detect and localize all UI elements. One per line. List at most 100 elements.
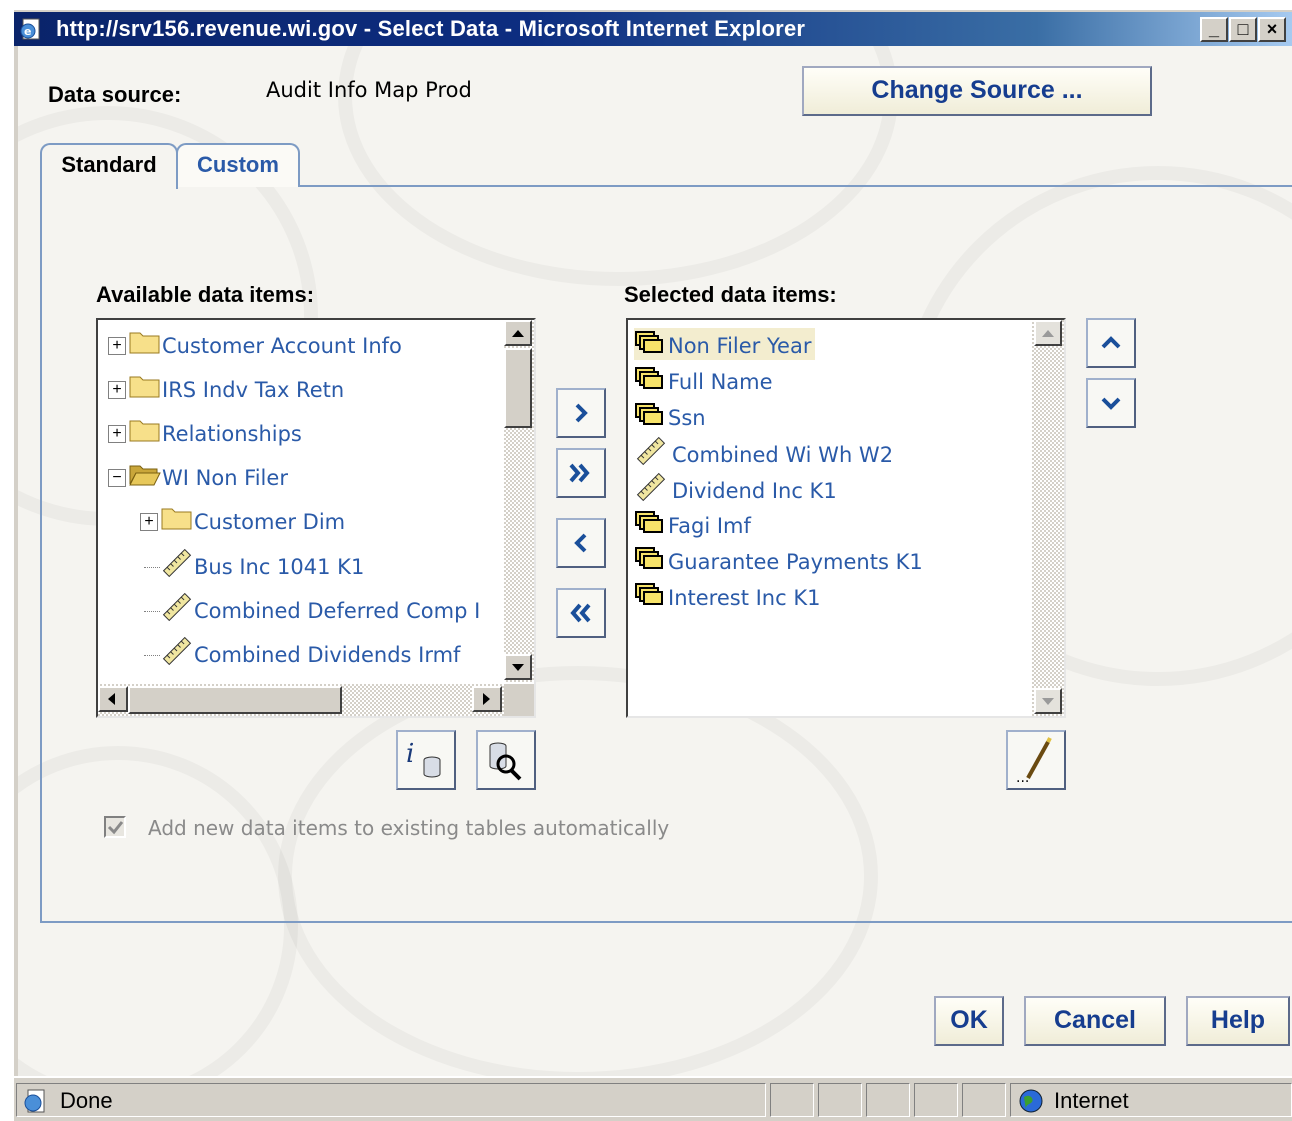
scroll-up-button[interactable] [1034,320,1062,346]
selected-item-label: Fagi Imf [668,513,751,538]
measure-icon [160,592,194,630]
move-down-button[interactable] [1086,378,1136,428]
expander-icon[interactable]: + [108,337,126,355]
scroll-down-button[interactable] [1034,688,1062,714]
tree-item[interactable]: + Customer Account Info [108,328,402,360]
status-text: Done [60,1088,113,1113]
status-cell [866,1083,910,1117]
item-info-button[interactable]: i [396,730,456,790]
tree-item[interactable]: Bus Inc 1041 K1 [140,548,364,580]
tree-item-label: Customer Dim [194,510,346,534]
status-bar: Done Internet [14,1076,1292,1121]
tree-item[interactable]: + IRS Indv Tax Retn [108,372,344,404]
folder-icon [128,416,162,452]
ie-page-icon [24,1089,45,1113]
status-cell [770,1083,814,1117]
selected-list-item[interactable]: Combined Wi Wh W2 [634,436,897,468]
expander-icon[interactable]: − [108,469,126,487]
tree-item[interactable]: − WI Non Filer [108,460,288,492]
triangle-up-icon [1101,336,1121,349]
selected-item-label: Dividend Inc K1 [672,479,837,503]
auto-add-checkbox[interactable] [104,816,126,838]
selected-item-label: Non Filer Year [668,333,812,358]
search-data-button[interactable] [476,730,536,790]
checkmark-icon [107,821,124,835]
move-up-button[interactable] [1086,318,1136,368]
cancel-button[interactable]: Cancel [1024,996,1166,1046]
ok-button[interactable]: OK [934,996,1004,1046]
tab-standard[interactable]: Standard [40,143,178,189]
tree-line [144,610,160,612]
tree-item-label: IRS Indv Tax Retn [162,378,345,402]
arrow-left-icon [108,693,115,705]
add-item-button[interactable] [556,388,606,438]
close-button[interactable]: × [1258,17,1286,42]
tree-item-label: WI Non Filer [162,466,288,490]
change-source-button[interactable]: Change Source ... [802,66,1152,116]
window-title: http://srv156.revenue.wi.gov - Select Da… [56,16,806,41]
selected-list-item[interactable]: Ssn [634,400,710,432]
expander-icon[interactable]: + [108,425,126,443]
pencil-icon: ... [1016,737,1052,786]
status-cell [962,1083,1006,1117]
folder-icon [128,372,162,408]
folder-icon [160,504,194,540]
scroll-thumb[interactable] [504,348,532,428]
selected-item-label: Full Name [668,369,773,394]
selected-list-item[interactable]: Interest Inc K1 [634,580,824,612]
title-bar: e http://srv156.revenue.wi.gov - Select … [14,12,1292,46]
tree-item[interactable]: Combined Dividends Irmf [140,636,460,668]
selected-list-item[interactable]: Guarantee Payments K1 [634,544,927,576]
selected-items-list[interactable]: Non Filer Year Full Name Ssn Combined Wi Wh… [626,318,1066,718]
scroll-down-button[interactable] [504,654,532,680]
double-chevron-right-icon [569,463,590,483]
edit-item-button[interactable]: ... [1006,730,1066,790]
maximize-button[interactable]: □ [1229,17,1257,42]
arrow-right-icon [483,693,490,705]
scroll-thumb-horizontal[interactable] [128,686,342,714]
add-all-button[interactable] [556,448,606,498]
selected-list-item[interactable]: Dividend Inc K1 [634,472,841,504]
tree-item-label: Relationships [162,422,302,446]
scroll-left-button[interactable] [98,686,128,712]
arrow-down-icon [1042,698,1054,705]
status-main [16,1083,766,1117]
remove-item-button[interactable] [556,518,606,568]
selected-list-item[interactable]: Non Filer Year [634,328,816,360]
vertical-scrollbar[interactable] [1032,320,1064,716]
status-zone-label: Internet [1054,1088,1129,1113]
scroll-up-button[interactable] [504,320,532,346]
measure-icon [160,636,194,674]
tree-item[interactable]: + Relationships [108,416,302,448]
scroll-right-button[interactable] [472,686,502,712]
arrow-down-icon [512,664,524,671]
triangle-down-icon [1101,397,1121,410]
ie-page-icon: e [20,18,40,40]
tree-item[interactable]: Combined Deferred Comp I [140,592,480,624]
chevron-left-icon [574,533,587,553]
tree-line [144,566,160,568]
help-button[interactable]: Help [1186,996,1290,1046]
selected-item-label: Interest Inc K1 [668,585,821,610]
measure-icon [634,436,668,474]
remove-all-button[interactable] [556,588,606,638]
available-items-title: Available data items: [96,282,315,307]
expander-icon[interactable]: + [108,381,126,399]
chevron-right-icon [575,403,588,423]
selected-list-item[interactable]: Fagi Imf [634,508,755,540]
selected-list-item[interactable]: Full Name [634,364,777,396]
globe-icon [1019,1089,1043,1113]
arrow-up-icon [512,330,524,337]
tree-item-label: Combined Dividends Irmf [194,643,461,667]
info-database-icon: i [406,739,441,778]
selected-item-label: Combined Wi Wh W2 [672,443,894,467]
svg-text:...: ... [1016,770,1029,786]
tab-custom[interactable]: Custom [176,143,300,187]
selected-item-label: Ssn [668,405,706,430]
available-items-tree[interactable]: + Customer Account Info + IRS Indv Tax Retn… [96,318,536,718]
minimize-button[interactable]: _ [1200,17,1228,42]
expander-icon[interactable]: + [140,513,158,531]
folder-open-icon [128,460,162,496]
double-chevron-left-icon [570,603,591,623]
tree-item[interactable]: + Customer Dim [140,504,345,536]
